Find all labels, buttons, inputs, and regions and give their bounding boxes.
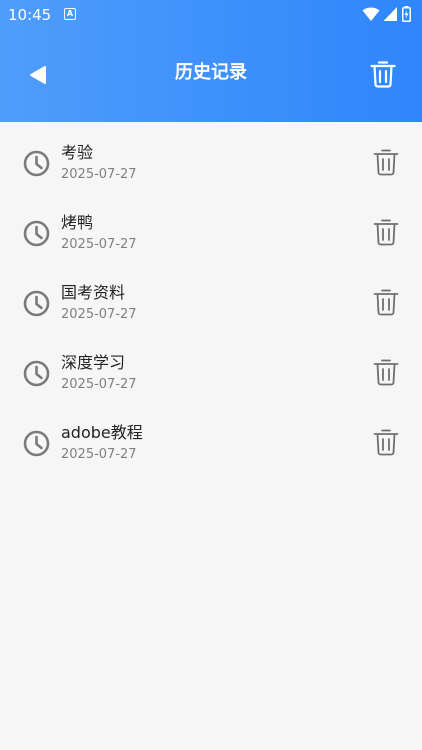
trash-icon [373, 429, 399, 456]
status-bar: 10:45 A [0, 0, 422, 30]
history-item-title: 深度学习 [61, 353, 126, 372]
delete-item-button[interactable] [370, 356, 402, 390]
wifi-icon [362, 7, 380, 21]
a-notification-icon: A [64, 8, 76, 20]
trash-icon [373, 219, 399, 246]
history-item-date: 2025-07-27 [61, 377, 137, 392]
clear-history-button[interactable] [360, 52, 404, 96]
delete-item-button[interactable] [370, 286, 402, 320]
history-item-date: 2025-07-27 [61, 447, 137, 462]
history-item[interactable]: adobe教程 2025-07-27 [0, 410, 422, 480]
history-item[interactable]: 烤鸭 2025-07-27 [0, 200, 422, 270]
battery-icon [402, 6, 411, 22]
clock-icon [23, 360, 50, 387]
history-item-date: 2025-07-27 [61, 237, 137, 252]
clock-icon [23, 220, 50, 247]
history-item-date: 2025-07-27 [61, 167, 137, 182]
history-item-title: 国考资料 [61, 283, 126, 302]
history-item-title: 烤鸭 [61, 213, 94, 232]
page-title: 历史记录 [175, 62, 247, 83]
clock-icon [23, 150, 50, 177]
delete-item-button[interactable] [370, 426, 402, 460]
cell-signal-icon [383, 7, 397, 21]
nav-bar: 历史记录 [0, 30, 422, 120]
history-list: 考验 2025-07-27 烤鸭 2025-07-27 国考资料 2025-07… [0, 130, 422, 480]
trash-icon [373, 289, 399, 316]
status-indicators [362, 6, 414, 22]
status-time: 10:45 [8, 6, 52, 24]
history-item-title: 考验 [61, 143, 94, 162]
history-item[interactable]: 国考资料 2025-07-27 [0, 270, 422, 340]
trash-icon [373, 359, 399, 386]
history-item-title: adobe教程 [61, 423, 143, 442]
delete-item-button[interactable] [370, 146, 402, 180]
history-item[interactable]: 考验 2025-07-27 [0, 130, 422, 200]
history-item[interactable]: 深度学习 2025-07-27 [0, 340, 422, 410]
trash-icon [370, 61, 396, 88]
delete-item-button[interactable] [370, 216, 402, 250]
trash-icon [373, 149, 399, 176]
app-header: 10:45 A 历史记录 [0, 0, 422, 122]
clock-icon [23, 430, 50, 457]
clock-icon [23, 290, 50, 317]
history-item-date: 2025-07-27 [61, 307, 137, 322]
